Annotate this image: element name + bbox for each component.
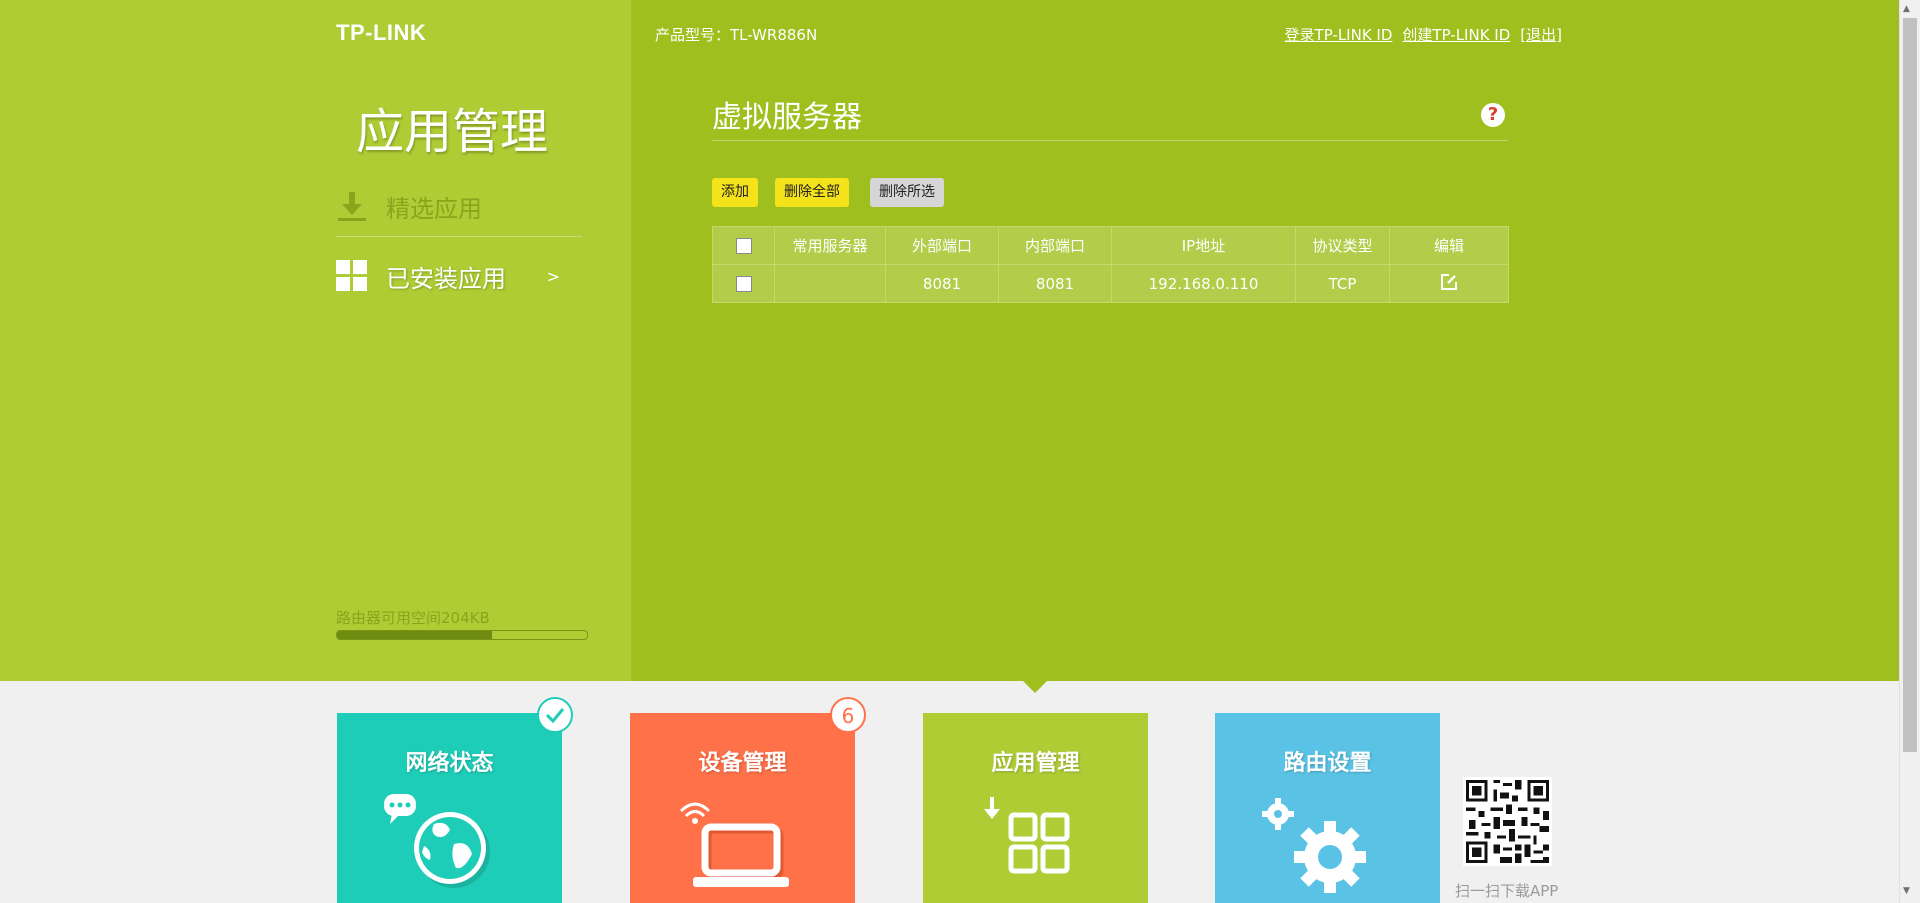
create-id-link[interactable]: 创建TP-LINK ID: [1402, 26, 1510, 44]
storage-label: 路由器可用空间204KB: [336, 609, 490, 627]
gears-icon: [1262, 798, 1366, 893]
tile-label: 应用管理: [991, 751, 1080, 776]
edit-icon[interactable]: [1440, 273, 1458, 295]
add-button[interactable]: 添加: [712, 178, 758, 207]
delete-selected-button[interactable]: 删除所选: [870, 178, 944, 207]
cell-internal-port: 8081: [998, 264, 1112, 303]
cell-external-port: 8081: [885, 264, 999, 303]
scrollbar-thumb[interactable]: [1903, 18, 1917, 752]
cell-ip-address: 192.168.0.110: [1111, 264, 1296, 303]
tile-router-settings[interactable]: 路由设置: [1215, 713, 1440, 903]
tile-device-management[interactable]: 设备管理: [630, 713, 855, 903]
laptop-wifi-icon: [679, 802, 789, 887]
virtual-server-table: 常用服务器 外部端口 内部端口 IP地址 协议类型 编辑 8081 8081 1…: [712, 226, 1509, 303]
title-divider: [712, 140, 1508, 141]
sidebar-title: 应用管理: [356, 104, 549, 160]
globe-chat-icon: [384, 794, 490, 888]
column-header: 编辑: [1389, 226, 1509, 265]
download-icon: [336, 190, 368, 222]
delete-all-button[interactable]: 删除全部: [775, 178, 849, 207]
cell-server: [774, 264, 886, 303]
apps-grid-icon: [984, 797, 1070, 874]
tplink-logo: TP-LINK: [336, 20, 427, 45]
storage-progress-fill: [337, 631, 492, 639]
tile-app-management[interactable]: 应用管理: [923, 713, 1148, 903]
account-links: 登录TP-LINK ID 创建TP-LINK ID [退出]: [1275, 24, 1562, 45]
active-tab-pointer: [1023, 681, 1047, 693]
column-header: 协议类型: [1295, 226, 1390, 265]
select-all-cell: [712, 226, 775, 265]
tile-label: 网络状态: [405, 751, 494, 776]
storage-progress-bar: [336, 630, 588, 640]
column-header: 内部端口: [998, 226, 1112, 265]
product-model: 产品型号：TL-WR886N: [655, 26, 818, 44]
chevron-right-icon: >: [546, 266, 560, 286]
scroll-up-arrow-icon[interactable]: ▲: [1903, 4, 1910, 14]
tile-network-status[interactable]: 网络状态: [337, 713, 562, 903]
column-header: IP地址: [1111, 226, 1296, 265]
tile-label: 设备管理: [698, 751, 787, 776]
sidebar-item-label: 精选应用: [386, 194, 482, 223]
cell-edit: [1389, 264, 1509, 303]
row-checkbox[interactable]: [735, 276, 752, 292]
table-header-row: 常用服务器 外部端口 内部端口 IP地址 协议类型 编辑: [712, 226, 1509, 265]
checkmark-icon: [545, 708, 565, 724]
help-icon[interactable]: ?: [1481, 103, 1505, 127]
device-count-badge: 6: [830, 697, 866, 733]
table-row: 8081 8081 192.168.0.110 TCP: [712, 264, 1509, 303]
login-link[interactable]: 登录TP-LINK ID: [1285, 26, 1393, 44]
sidebar-item-installed-apps[interactable]: 已安装应用 >: [336, 246, 582, 306]
cell-protocol: TCP: [1295, 264, 1390, 303]
tile-label: 路由设置: [1283, 751, 1372, 776]
qr-caption: 扫一扫下载APP: [1455, 882, 1559, 900]
qr-code: [1463, 777, 1552, 866]
column-header: 外部端口: [885, 226, 999, 265]
page-title: 虚拟服务器: [712, 100, 862, 135]
sidebar-item-featured-apps[interactable]: 精选应用: [336, 176, 582, 237]
sidebar-item-label: 已安装应用: [386, 264, 506, 293]
column-header: 常用服务器: [774, 226, 886, 265]
scroll-down-arrow-icon[interactable]: ▼: [1903, 886, 1910, 896]
select-all-checkbox[interactable]: [735, 238, 752, 254]
row-select-cell: [712, 264, 775, 303]
logout-link[interactable]: [退出]: [1520, 26, 1562, 44]
status-ok-badge: [537, 697, 573, 733]
grid-icon: [336, 260, 368, 292]
